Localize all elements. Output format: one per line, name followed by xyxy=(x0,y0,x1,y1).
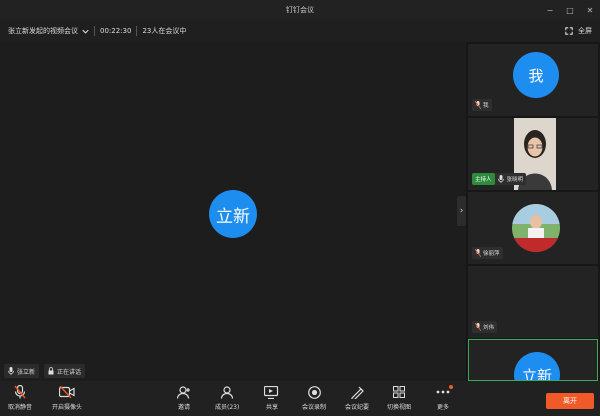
participant-count: 23人在会议中 xyxy=(142,27,187,35)
maximize-button[interactable]: □ xyxy=(560,0,580,20)
chevron-down-icon xyxy=(82,29,89,34)
grid-icon xyxy=(393,386,405,398)
collapse-panel-button[interactable]: › xyxy=(457,196,466,226)
participant-tile[interactable]: 刘伟 xyxy=(468,266,598,338)
person-photo-icon xyxy=(512,204,560,252)
lock-icon xyxy=(48,367,54,375)
mic-icon xyxy=(8,367,14,375)
speaker-avatar: 立新 xyxy=(209,190,257,238)
participant-tile-active[interactable]: 立新 xyxy=(468,339,598,381)
notification-dot xyxy=(449,385,453,389)
members-icon xyxy=(221,385,234,399)
share-label: 共享 xyxy=(265,404,278,411)
participant-avatar: 立新 xyxy=(514,352,560,380)
minutes-icon xyxy=(350,386,364,399)
meeting-name: 张立新发起的视频会议 xyxy=(8,27,78,35)
meeting-name-dropdown[interactable]: 张立新发起的视频会议 xyxy=(8,26,89,36)
switch-view-label: 切换视图 xyxy=(387,404,412,411)
fullscreen-icon xyxy=(565,27,573,35)
meeting-window: 钉钉会议 − □ ✕ 张立新发起的视频会议 00:22:30 23人在会议中 全… xyxy=(0,0,600,416)
more-icon xyxy=(436,390,450,394)
participant-name: 徐丽萍 xyxy=(483,251,500,257)
members-button[interactable]: 成员(23) xyxy=(215,384,239,411)
participant-name: 张晓明 xyxy=(506,177,524,183)
invite-button[interactable]: 邀请 xyxy=(177,384,191,411)
speaking-status-tag: 正在讲话 xyxy=(44,364,86,378)
record-icon xyxy=(307,385,321,399)
camera-off-icon xyxy=(59,386,75,398)
window-controls: − □ ✕ xyxy=(540,0,600,20)
share-button[interactable]: 共享 xyxy=(264,384,280,411)
participant-name: 刘伟 xyxy=(483,325,495,331)
switch-view-button[interactable]: 切换视图 xyxy=(387,384,411,411)
fullscreen-button[interactable]: 全屏 xyxy=(565,20,592,42)
mic-muted-icon xyxy=(14,385,26,399)
mic-muted-icon xyxy=(475,323,481,331)
meeting-info-bar: 张立新发起的视频会议 00:22:30 23人在会议中 全屏 xyxy=(0,20,600,42)
minutes-label: 会议纪要 xyxy=(345,404,370,411)
participant-name-tag: 刘伟 xyxy=(472,321,498,333)
unmute-label: 取消静音 xyxy=(8,404,33,411)
divider xyxy=(136,26,138,36)
participant-name: 我 xyxy=(483,103,489,109)
participant-avatar: 我 xyxy=(513,52,559,98)
more-label: 更多 xyxy=(436,404,449,411)
participant-tile[interactable]: 我 我 xyxy=(468,44,598,116)
mic-icon xyxy=(497,175,504,183)
minutes-button[interactable]: 会议纪要 xyxy=(345,384,369,411)
fullscreen-label: 全屏 xyxy=(578,27,592,35)
mic-muted-icon xyxy=(475,101,481,109)
minimize-button[interactable]: − xyxy=(540,0,560,20)
camera-button[interactable]: 开启摄像头 xyxy=(52,384,82,411)
share-icon xyxy=(264,385,279,399)
more-button[interactable]: 更多 xyxy=(436,384,450,411)
divider xyxy=(94,26,95,36)
speaking-status: 正在讲话 xyxy=(57,368,82,376)
participant-panel: 我 我 主持人 张晓明 徐丽萍 刘伟 立新 xyxy=(466,42,600,381)
leave-button[interactable]: 离开 xyxy=(546,393,594,409)
invite-label: 邀请 xyxy=(177,404,190,411)
meeting-toolbar: 取消静音 开启摄像头 邀请 成员(23) 共享 会议录制 会议纪要 切换视图 更… xyxy=(0,381,600,416)
participant-tile[interactable]: 主持人 张晓明 xyxy=(468,118,598,190)
close-button[interactable]: ✕ xyxy=(580,0,600,20)
participant-tile[interactable]: 徐丽萍 xyxy=(468,192,598,264)
unmute-button[interactable]: 取消静音 xyxy=(8,384,32,411)
window-title: 钉钉会议 xyxy=(286,6,314,14)
invite-icon xyxy=(177,385,190,399)
participant-name-tag: 我 xyxy=(472,99,492,111)
speaker-name-tag: 张立新 xyxy=(4,364,40,378)
participant-avatar-photo xyxy=(512,204,560,252)
record-label: 会议录制 xyxy=(302,404,327,411)
camera-label: 开启摄像头 xyxy=(52,404,83,411)
record-button[interactable]: 会议录制 xyxy=(302,384,326,411)
title-bar: 钉钉会议 − □ ✕ xyxy=(0,0,600,20)
host-badge: 主持人 xyxy=(472,173,495,185)
participant-name-tag: 徐丽萍 xyxy=(472,247,503,259)
mic-muted-icon xyxy=(475,249,481,257)
participant-name-tag: 主持人 张晓明 xyxy=(472,173,527,185)
speaker-name: 张立新 xyxy=(17,368,36,376)
elapsed-time: 00:22:30 xyxy=(100,27,132,35)
members-label: 成员(23) xyxy=(215,404,240,411)
